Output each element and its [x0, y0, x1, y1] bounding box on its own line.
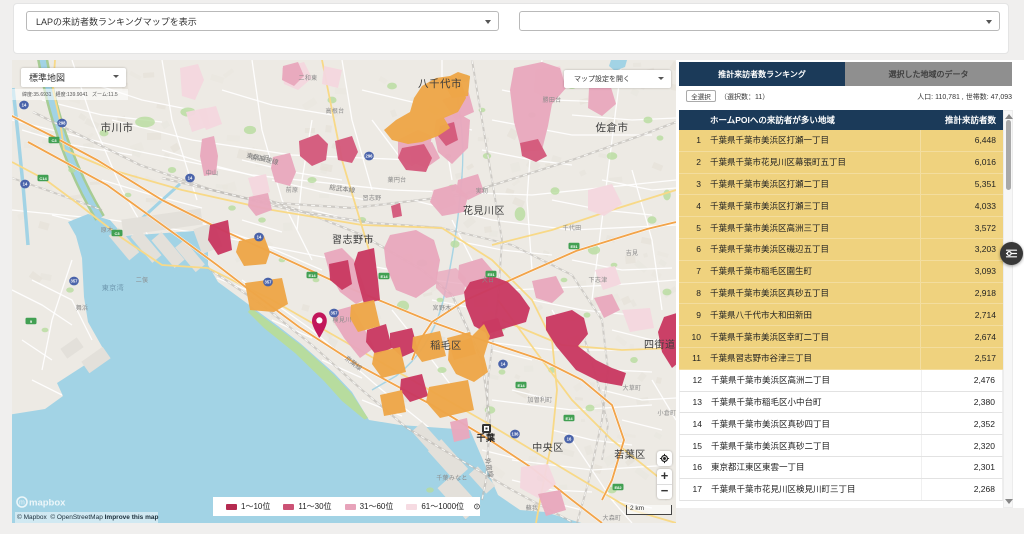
svg-text:千葉みなと: 千葉みなと: [436, 474, 468, 482]
svg-text:高根台: 高根台: [326, 107, 345, 115]
svg-text:四街道市: 四街道市: [644, 338, 676, 351]
svg-text:E14: E14: [380, 274, 388, 279]
svg-text:二俣: 二俣: [136, 276, 149, 284]
svg-text:E51: E51: [570, 244, 578, 249]
svg-text:実籾: 実籾: [476, 187, 489, 195]
svg-text:大日: 大日: [482, 276, 495, 284]
svg-text:千代田: 千代田: [563, 224, 582, 232]
svg-text:16: 16: [567, 437, 572, 442]
svg-text:m: m: [19, 500, 25, 507]
svg-text:稲毛区: 稲毛区: [430, 340, 462, 352]
svg-text:357: 357: [71, 279, 79, 284]
svg-text:136: 136: [512, 432, 520, 437]
svg-text:14: 14: [501, 362, 506, 367]
svg-text:京葉線: 京葉線: [343, 353, 364, 372]
svg-text:習志野市: 習志野市: [332, 233, 374, 246]
svg-text:296: 296: [366, 154, 374, 159]
svg-text:14: 14: [23, 182, 28, 187]
svg-text:E51: E51: [487, 272, 495, 277]
svg-text:外房線: 外房線: [483, 457, 495, 478]
svg-text:総武本線: 総武本線: [329, 182, 356, 195]
svg-text:14: 14: [22, 103, 27, 108]
svg-text:C3: C3: [114, 231, 120, 236]
svg-text:習志野: 習志野: [363, 194, 382, 202]
svg-text:E14: E14: [517, 383, 525, 388]
svg-text:東京湾: 東京湾: [102, 283, 125, 292]
svg-text:E82: E82: [614, 485, 622, 490]
svg-text:298: 298: [59, 121, 67, 126]
svg-text:蘇我: 蘇我: [526, 504, 539, 512]
svg-text:C3: C3: [51, 138, 57, 143]
svg-text:若葉区: 若葉区: [614, 448, 646, 461]
svg-text:市川市: 市川市: [101, 121, 134, 134]
svg-text:薬円台: 薬円台: [388, 176, 407, 184]
svg-text:中央区: 中央区: [532, 441, 564, 454]
svg-text:八千代市: 八千代市: [418, 77, 462, 90]
svg-text:勝田台: 勝田台: [543, 96, 562, 104]
svg-text:舞浜: 舞浜: [76, 304, 89, 312]
svg-text:357: 357: [265, 280, 273, 285]
svg-text:東葉高速線: 東葉高速線: [246, 151, 280, 167]
svg-text:中山: 中山: [206, 169, 219, 177]
svg-text:佐倉市: 佐倉市: [596, 121, 629, 134]
svg-text:宮野木: 宮野木: [433, 304, 452, 312]
svg-text:C14: C14: [39, 176, 47, 181]
svg-text:花見川区: 花見川区: [463, 204, 505, 217]
svg-text:14: 14: [188, 176, 193, 181]
svg-text:原木: 原木: [101, 226, 114, 234]
svg-text:千葉: 千葉: [476, 432, 496, 443]
svg-text:吉見: 吉見: [626, 250, 639, 257]
svg-text:小倉町: 小倉町: [658, 409, 676, 417]
svg-text:大森町: 大森町: [603, 514, 622, 522]
svg-text:E14: E14: [565, 416, 573, 421]
svg-text:下志津: 下志津: [589, 276, 608, 284]
svg-text:大草町: 大草町: [623, 384, 642, 392]
svg-text:二和東: 二和東: [299, 74, 318, 82]
svg-text:E14: E14: [308, 273, 316, 278]
svg-text:14: 14: [257, 235, 262, 240]
svg-text:357: 357: [331, 311, 339, 316]
svg-text:mapbox: mapbox: [29, 498, 66, 509]
svg-text:加曽利町: 加曽利町: [527, 396, 552, 404]
svg-text:前原: 前原: [286, 186, 299, 194]
